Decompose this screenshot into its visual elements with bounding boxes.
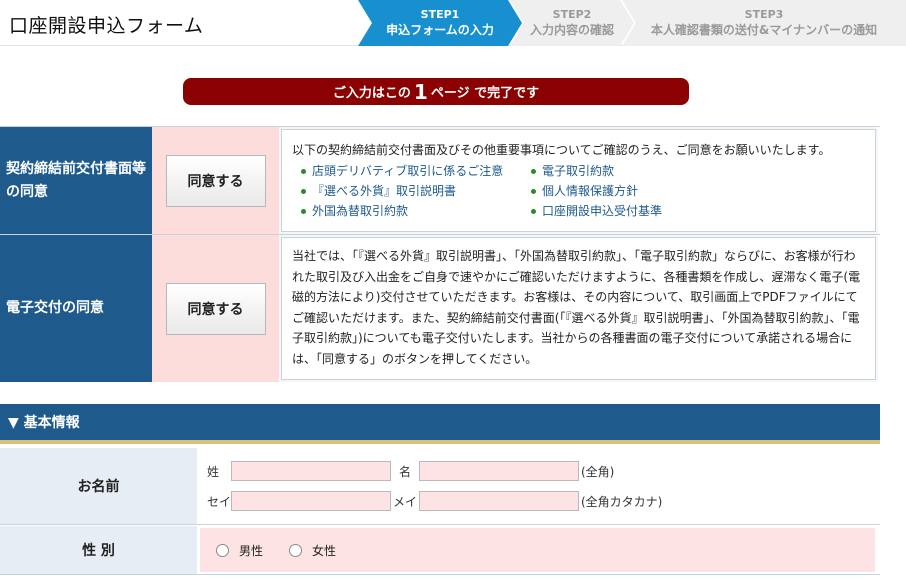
step-3-label: 本人確認書類の送付&マイナンバーの通知	[650, 23, 878, 37]
step-1-label: 申込フォームの入力	[386, 23, 494, 37]
name-kana-line: セイ メイ (全角カタカナ)	[207, 490, 662, 512]
name-fields: 姓 名 (全角) セイ メイ (全角カタカナ)	[197, 448, 880, 524]
mei-kana-label: メイ	[392, 494, 417, 509]
consent-pre-contract-intro: 以下の契約締結前交付書面及びその他重要事項についてご確認のうえ、ご同意をお願いい…	[292, 143, 831, 157]
sei-kana-label: セイ	[207, 494, 232, 509]
consent-electronic-content: 当社では、「『選べる外貨』取引説明書」、「外国為替取引約款」、「電子取引約款」な…	[279, 235, 878, 382]
banner-text-pre: ご入力はこの	[332, 86, 411, 101]
banner-page-count: 1	[413, 79, 428, 104]
step-2-label: 入力内容の確認	[529, 23, 614, 37]
consent-electronic-label: 電子交付の同意	[0, 235, 152, 382]
step-3: STEP3 本人確認書類の送付&マイナンバーの通知	[622, 0, 906, 46]
consent-electronic-delivery: 電子交付の同意 同意する 当社では、「『選べる外貨』取引説明書」、「外国為替取引…	[0, 234, 880, 382]
name-kanji-line: 姓 名 (全角)	[207, 460, 614, 482]
consent-pre-contract-button-cell: 同意する	[152, 127, 279, 234]
sei-kana-input[interactable]	[231, 491, 391, 511]
mei-label: 名	[398, 464, 411, 479]
sei-input[interactable]	[231, 461, 391, 481]
doc-link-selectable-fx-guide[interactable]: 『選べる外貨』取引説明書	[300, 181, 530, 201]
consent-electronic-button-cell: 同意する	[152, 235, 279, 382]
step-2: STEP2 入力内容の確認	[510, 0, 634, 46]
basic-info-header: ▼ 基本情報	[0, 404, 880, 444]
step-3-number: STEP3	[744, 8, 784, 21]
consent-electronic-text: 当社では、「『選べる外貨』取引説明書」、「外国為替取引約款」、「電子取引約款」な…	[281, 237, 876, 380]
gender-female-label[interactable]: 女性	[312, 542, 336, 559]
doc-link-privacy-policy[interactable]: 個人情報保護方針	[530, 181, 750, 201]
one-page-banner: ご入力はこの 1 ページ で完了です	[183, 78, 689, 105]
gender-female-radio[interactable]	[289, 543, 303, 557]
mei-kana-input[interactable]	[419, 491, 579, 511]
doc-link-account-criteria[interactable]: 口座開設申込受付基準	[530, 201, 750, 221]
gender-male-radio[interactable]	[216, 543, 229, 557]
document-list: 店頭デリバティブ取引に係るご注意 電子取引約款 『選べる外貨』取引説明書 個人情…	[300, 161, 867, 221]
sei-label: 姓	[207, 464, 220, 479]
agree-pre-contract-button[interactable]: 同意する	[165, 154, 266, 207]
page-title: 口座開設申込フォーム	[9, 15, 204, 37]
gender-options: 男性 女性	[200, 528, 875, 572]
doc-link-otc-derivatives[interactable]: 店頭デリバティブ取引に係るご注意	[300, 161, 530, 181]
step-indicator: STEP1 申込フォームの入力 STEP2 入力内容の確認 STEP3 本人確認…	[358, 0, 906, 46]
page-header: 口座開設申込フォーム STEP1 申込フォームの入力 STEP2 入力内容の確認…	[0, 0, 906, 46]
gender-male-label[interactable]: 男性	[239, 542, 263, 559]
name-row: お名前 姓 名 (全角) セイ メイ (全角カタカナ)	[0, 448, 880, 525]
consent-pre-contract-label: 契約締結前交付書面等の同意	[0, 127, 152, 234]
agree-electronic-button[interactable]: 同意する	[165, 282, 266, 335]
zenkaku-kana-hint: (全角カタカナ)	[581, 494, 663, 509]
mei-input[interactable]	[419, 461, 579, 481]
consent-pre-contract-content: 以下の契約締結前交付書面及びその他重要事項についてご確認のうえ、ご同意をお願いい…	[279, 127, 878, 234]
banner-text-post: ページ で完了です	[430, 86, 540, 101]
doc-link-electronic-terms[interactable]: 電子取引約款	[530, 161, 750, 181]
gender-label: 性 別	[0, 526, 197, 574]
consent-pre-contract: 契約締結前交付書面等の同意 同意する 以下の契約締結前交付書面及びその他重要事項…	[0, 126, 880, 234]
doc-link-fx-terms[interactable]: 外国為替取引約款	[300, 201, 530, 221]
step-1-number: STEP1	[420, 8, 460, 21]
step-1: STEP1 申込フォームの入力	[358, 0, 522, 46]
step-2-number: STEP2	[552, 8, 592, 21]
zenkaku-hint: (全角)	[581, 464, 615, 479]
name-label: お名前	[0, 448, 197, 524]
gender-row: 性 別 男性 女性	[0, 526, 880, 575]
